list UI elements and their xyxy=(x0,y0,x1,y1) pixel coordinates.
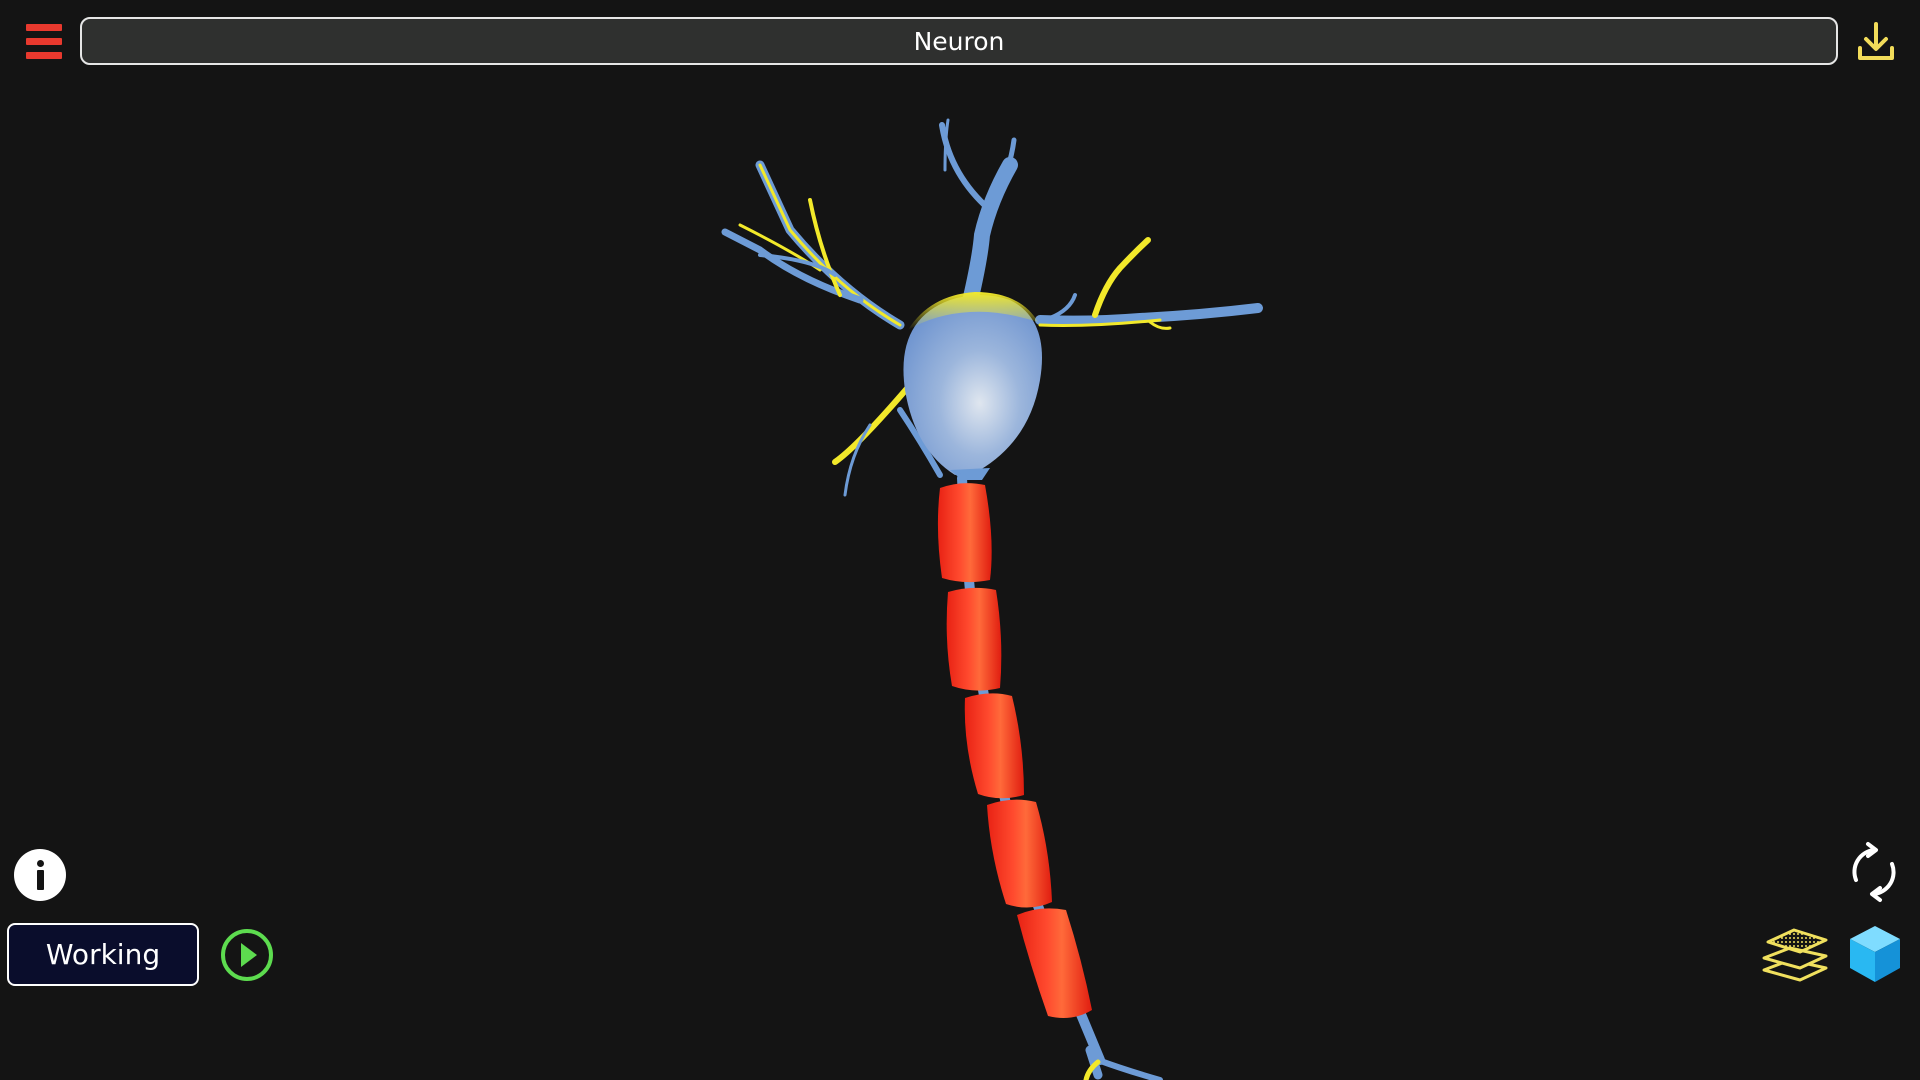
hamburger-menu-icon[interactable] xyxy=(22,20,68,64)
page-title: Neuron xyxy=(80,17,1838,65)
mode-button-label: Working xyxy=(45,938,161,971)
download-icon[interactable] xyxy=(1856,20,1896,66)
info-stem xyxy=(37,870,44,890)
play-icon[interactable] xyxy=(219,927,275,983)
page-title-text: Neuron xyxy=(913,26,1005,56)
info-dot xyxy=(37,860,44,867)
menu-line xyxy=(26,38,62,45)
menu-line xyxy=(26,24,62,31)
mode-button[interactable]: Working xyxy=(7,923,199,986)
layers-icon[interactable] xyxy=(1760,920,1830,990)
model-viewport[interactable] xyxy=(0,80,1920,1080)
myelin-sheath xyxy=(937,483,1092,1018)
app-window: Neuron Working xyxy=(0,0,1920,1080)
neuron-model[interactable] xyxy=(0,80,1920,1080)
info-icon[interactable] xyxy=(14,849,66,901)
rotate-icon[interactable] xyxy=(1844,840,1904,904)
menu-line xyxy=(26,52,62,59)
cube-icon[interactable] xyxy=(1846,922,1904,986)
